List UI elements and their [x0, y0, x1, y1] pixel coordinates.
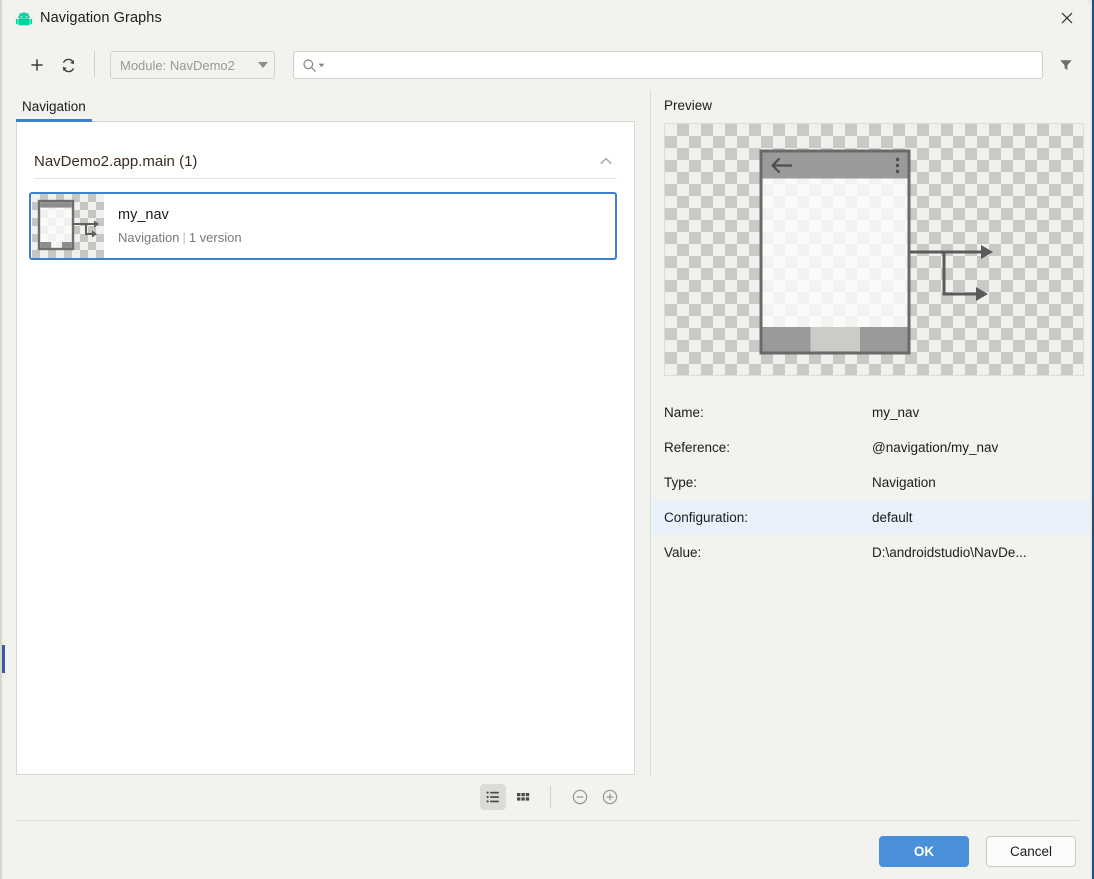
- property-row-type[interactable]: Type: Navigation: [652, 465, 1090, 500]
- resource-type-tabs: Navigation: [16, 90, 92, 122]
- preview-title: Preview: [664, 98, 712, 113]
- properties-table: Name: my_nav Reference: @navigation/my_n…: [652, 395, 1090, 570]
- property-row-name[interactable]: Name: my_nav: [652, 395, 1090, 430]
- list-item[interactable]: my_nav Navigation| 1 version: [29, 192, 617, 260]
- property-key: Reference:: [664, 440, 872, 455]
- resource-group-rule: [34, 178, 617, 179]
- navigation-graphs-dialog: Navigation Graphs: [5, 0, 1090, 879]
- module-filter-label: Module: NavDemo2: [120, 58, 254, 73]
- navigation-graph-thumbnail: [32, 194, 104, 258]
- list-item-versions: 1 version: [189, 230, 242, 245]
- search-input[interactable]: [331, 57, 1025, 74]
- zoom-out-button[interactable]: [567, 784, 593, 810]
- chevron-up-icon[interactable]: [595, 150, 617, 172]
- resource-list: NavDemo2.app.main (1): [16, 122, 635, 775]
- property-value: @navigation/my_nav: [872, 440, 998, 455]
- module-filter-dropdown[interactable]: Module: NavDemo2: [110, 51, 275, 79]
- navigation-graph-preview: [664, 123, 1084, 376]
- list-view-button[interactable]: [480, 784, 506, 810]
- cancel-button[interactable]: Cancel: [986, 836, 1076, 867]
- property-key: Configuration:: [664, 510, 872, 525]
- tab-navigation-label: Navigation: [22, 99, 86, 114]
- chevron-down-icon: [318, 62, 325, 69]
- dialog-title: Navigation Graphs: [40, 10, 162, 26]
- android-robot-icon: [14, 10, 34, 30]
- toolbar-divider: [94, 51, 95, 77]
- property-row-reference[interactable]: Reference: @navigation/my_nav: [652, 430, 1090, 465]
- panel-divider: [650, 90, 651, 776]
- list-item-subtitle: Navigation| 1 version: [118, 229, 242, 247]
- filter-funnel-icon: [1058, 57, 1074, 73]
- zoom-out-icon: [571, 788, 589, 806]
- preview-panel: Preview: [645, 90, 1090, 820]
- zoom-in-icon: [601, 788, 619, 806]
- filter-button[interactable]: [1053, 52, 1079, 78]
- resource-group-title: NavDemo2.app.main (1): [34, 153, 595, 170]
- property-value: Navigation: [872, 475, 936, 490]
- grid-view-icon: [515, 789, 531, 805]
- screen-root: Navigation Graphs: [0, 0, 1094, 879]
- property-value: my_nav: [872, 405, 919, 420]
- list-view-icon: [485, 789, 501, 805]
- list-item-text: my_nav Navigation| 1 version: [118, 206, 242, 246]
- dialog-titlebar: Navigation Graphs: [5, 0, 1090, 40]
- search-icon[interactable]: [302, 58, 325, 73]
- list-item-type: Navigation: [118, 230, 179, 245]
- ok-button[interactable]: OK: [879, 836, 969, 867]
- view-toolbar-divider: [550, 786, 551, 808]
- refresh-icon: [60, 57, 77, 74]
- refresh-button[interactable]: [54, 51, 82, 79]
- list-item-separator: |: [182, 230, 185, 245]
- close-icon[interactable]: [1044, 0, 1090, 36]
- search-field[interactable]: [293, 51, 1043, 79]
- plus-icon: [29, 57, 45, 73]
- background-left-edge: [0, 0, 2, 879]
- property-value: D:\androidstudio\NavDe...: [872, 545, 1027, 560]
- tab-navigation[interactable]: Navigation: [16, 99, 92, 122]
- chevron-down-icon: [258, 62, 268, 68]
- resource-list-panel: Navigation NavDemo2.app.main (1): [5, 90, 645, 820]
- property-row-configuration[interactable]: Configuration: default: [652, 500, 1090, 535]
- grid-view-button[interactable]: [510, 784, 536, 810]
- add-resource-button[interactable]: [23, 51, 51, 79]
- property-value: default: [872, 510, 913, 525]
- zoom-in-button[interactable]: [597, 784, 623, 810]
- property-row-value[interactable]: Value: D:\androidstudio\NavDe...: [652, 535, 1090, 570]
- dialog-body: Navigation NavDemo2.app.main (1): [5, 90, 1090, 820]
- list-view-toolbar: [16, 775, 635, 818]
- property-key: Name:: [664, 405, 872, 420]
- property-key: Type:: [664, 475, 872, 490]
- property-key: Value:: [664, 545, 872, 560]
- dialog-footer: OK Cancel: [5, 820, 1090, 879]
- dialog-toolbar: Module: NavDemo2: [5, 40, 1090, 90]
- resource-group-header[interactable]: NavDemo2.app.main (1): [34, 144, 617, 178]
- footer-divider: [16, 820, 1079, 821]
- list-item-name: my_nav: [118, 206, 242, 226]
